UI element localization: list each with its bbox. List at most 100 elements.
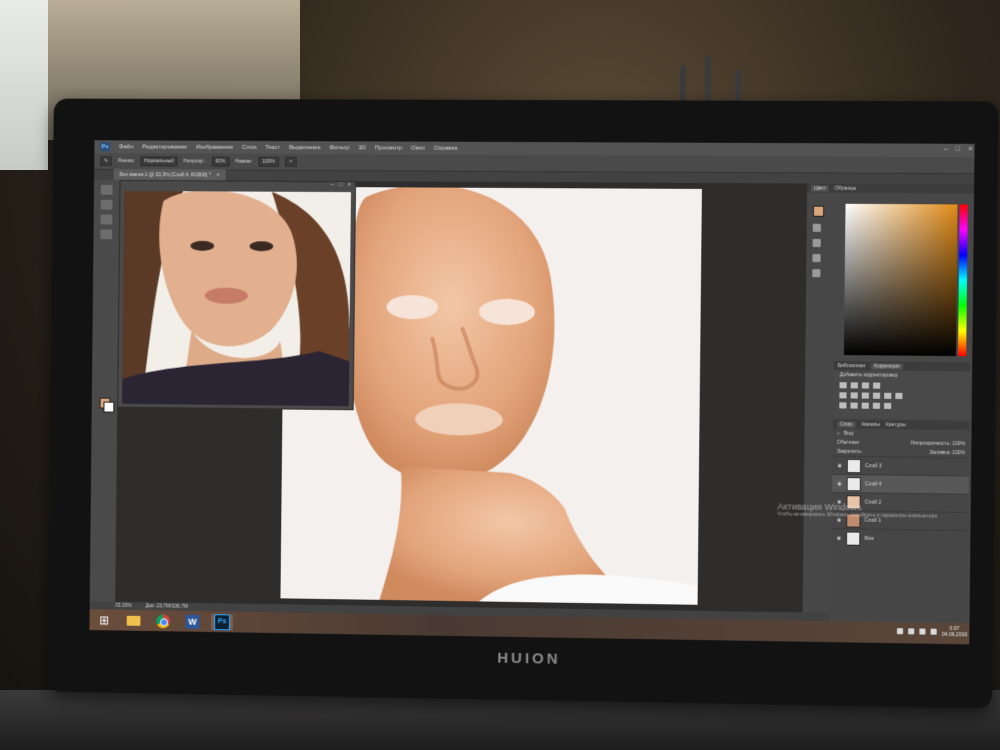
folder-icon bbox=[126, 615, 141, 626]
eye-icon[interactable]: ◉ bbox=[836, 480, 842, 486]
keyboard-icon[interactable] bbox=[896, 628, 904, 635]
layer-fill-field[interactable]: 100% bbox=[952, 450, 965, 456]
menu-3d[interactable]: 3D bbox=[358, 145, 366, 151]
menu-file[interactable]: Файл bbox=[119, 144, 134, 150]
hue-saturation-icon[interactable] bbox=[850, 392, 858, 399]
threshold-icon[interactable] bbox=[861, 402, 869, 409]
eye-icon[interactable]: ◉ bbox=[837, 462, 843, 468]
black-white-icon[interactable] bbox=[872, 392, 881, 399]
lasso-tool-icon[interactable] bbox=[100, 214, 113, 225]
posterize-icon[interactable] bbox=[850, 402, 858, 409]
document-tab-close-icon[interactable]: × bbox=[217, 172, 220, 178]
doc-size: Док: 23,7M/106,7M bbox=[145, 603, 188, 610]
eye-icon[interactable]: ◉ bbox=[836, 535, 842, 541]
layer-row[interactable]: ◉ Слой 3 bbox=[832, 455, 970, 476]
lock-label: Закрепить: bbox=[836, 448, 863, 455]
layers-panel: Слои Каналы Контуры ⌕ Вид Обычные Непроз… bbox=[830, 419, 970, 624]
start-button[interactable]: ⊞ bbox=[93, 612, 115, 628]
color-picker-field[interactable] bbox=[843, 203, 958, 357]
gradient-map-icon[interactable] bbox=[872, 402, 881, 409]
blend-mode-select[interactable]: Обычные bbox=[837, 439, 860, 445]
menu-image[interactable]: Изображение bbox=[196, 144, 233, 150]
head-shape bbox=[345, 186, 556, 484]
minimize-icon[interactable]: – bbox=[331, 182, 334, 190]
minimize-button[interactable]: – bbox=[944, 146, 948, 153]
layer-name: Слой 3 bbox=[865, 462, 882, 469]
layer-thumbnail bbox=[845, 530, 861, 546]
hue-slider[interactable] bbox=[958, 204, 968, 357]
chrome-button[interactable] bbox=[152, 613, 174, 629]
levels-icon[interactable] bbox=[850, 382, 858, 389]
color-balance-icon[interactable] bbox=[861, 392, 869, 399]
brush-tool-icon[interactable] bbox=[100, 229, 113, 240]
explorer-button[interactable] bbox=[123, 612, 145, 628]
zoom-level[interactable]: 33,33% bbox=[115, 603, 132, 609]
brightness-icon[interactable] bbox=[839, 382, 847, 389]
mode-label: Режим: bbox=[117, 158, 135, 165]
canvas-area[interactable]: – □ × bbox=[115, 179, 808, 627]
volume-icon[interactable] bbox=[930, 628, 937, 635]
menu-select[interactable]: Выделение bbox=[289, 145, 321, 151]
tab-swatches[interactable]: Образцы bbox=[835, 185, 856, 191]
word-button[interactable]: W bbox=[182, 613, 204, 629]
tab-channels[interactable]: Каналы bbox=[862, 421, 880, 427]
tab-libraries[interactable]: Библиотеки bbox=[838, 363, 866, 369]
opacity-field[interactable]: 60% bbox=[211, 156, 230, 167]
move-tool-icon[interactable] bbox=[100, 184, 113, 195]
maximize-icon[interactable]: □ bbox=[339, 182, 343, 190]
close-button[interactable]: × bbox=[968, 146, 972, 153]
menu-window[interactable]: Окно bbox=[411, 145, 425, 151]
options-bar: ✎ Режим: Нормальный Непрозр.: 60% Нажим:… bbox=[94, 153, 975, 175]
exposure-icon[interactable] bbox=[873, 382, 881, 389]
menu-text[interactable]: Текст bbox=[265, 144, 280, 150]
layer-opacity-field[interactable]: 100% bbox=[952, 440, 965, 446]
tab-color[interactable]: Цвет bbox=[811, 184, 829, 192]
vibrance-icon[interactable] bbox=[839, 392, 847, 399]
network-icon[interactable] bbox=[919, 628, 926, 635]
menu-filter[interactable]: Фильтр bbox=[329, 145, 349, 151]
reference-photo bbox=[122, 190, 351, 407]
layer-thumbnail bbox=[846, 458, 862, 473]
maximize-button[interactable]: □ bbox=[956, 146, 960, 153]
airbrush-icon[interactable]: ✧ bbox=[284, 156, 297, 167]
photo-filter-icon[interactable] bbox=[884, 392, 892, 399]
screen: Ps Файл Редактирование Изображение Слои … bbox=[89, 140, 975, 645]
adjustments-panel: Библиотеки Коррекция Добавить корректиро… bbox=[833, 360, 971, 419]
tab-adjustments[interactable]: Коррекция bbox=[871, 362, 903, 370]
fill-label: Заливка: bbox=[929, 449, 951, 456]
menu-help[interactable]: Справка bbox=[434, 145, 458, 151]
tab-layers[interactable]: Слои bbox=[837, 420, 856, 428]
brush-presets-icon[interactable] bbox=[812, 238, 821, 247]
menu-layers[interactable]: Слои bbox=[242, 144, 256, 150]
selective-color-icon[interactable] bbox=[884, 402, 892, 409]
mode-select[interactable]: Нормальный bbox=[140, 156, 178, 167]
properties-icon[interactable] bbox=[812, 253, 821, 263]
character-icon[interactable] bbox=[812, 269, 821, 278]
history-icon[interactable] bbox=[812, 223, 821, 232]
background-color-swatch[interactable] bbox=[103, 401, 115, 413]
document-tab[interactable]: Без имени-1 @ 33,3% (Слой 4, RGB/8) * × bbox=[113, 169, 226, 181]
curves-icon[interactable] bbox=[861, 382, 870, 389]
invert-icon[interactable] bbox=[839, 402, 847, 409]
layer-row[interactable]: ◉ Фон bbox=[831, 528, 969, 549]
layer-row[interactable]: ◉ Слой 4 bbox=[832, 473, 969, 494]
clock[interactable]: 0:07 04.06.2016 bbox=[942, 626, 968, 638]
menu-view[interactable]: Просмотр bbox=[375, 145, 402, 151]
menu-edit[interactable]: Редактирование bbox=[142, 144, 187, 150]
reference-window[interactable]: – □ × bbox=[117, 179, 357, 411]
marquee-tool-icon[interactable] bbox=[100, 199, 113, 210]
photoshop-button[interactable]: Ps bbox=[211, 613, 233, 630]
flow-field[interactable]: 100% bbox=[258, 156, 279, 167]
panel-foreground-swatch[interactable] bbox=[812, 205, 825, 217]
opacity-label: Непрозр.: bbox=[183, 158, 206, 165]
tab-paths[interactable]: Контуры bbox=[886, 422, 906, 428]
channel-mixer-icon[interactable] bbox=[895, 392, 903, 399]
photoshop-icon: Ps bbox=[214, 613, 230, 630]
close-icon[interactable]: × bbox=[348, 182, 352, 190]
flag-icon[interactable] bbox=[908, 628, 915, 635]
document-tab-label: Без имени-1 @ 33,3% (Слой 4, RGB/8) * bbox=[119, 171, 211, 178]
system-tray: 0:07 04.06.2016 bbox=[896, 625, 968, 638]
layer-name: Слой 4 bbox=[864, 480, 882, 488]
adjustment-icons-row bbox=[833, 400, 970, 412]
brush-tool-icon[interactable]: ✎ bbox=[100, 156, 113, 167]
